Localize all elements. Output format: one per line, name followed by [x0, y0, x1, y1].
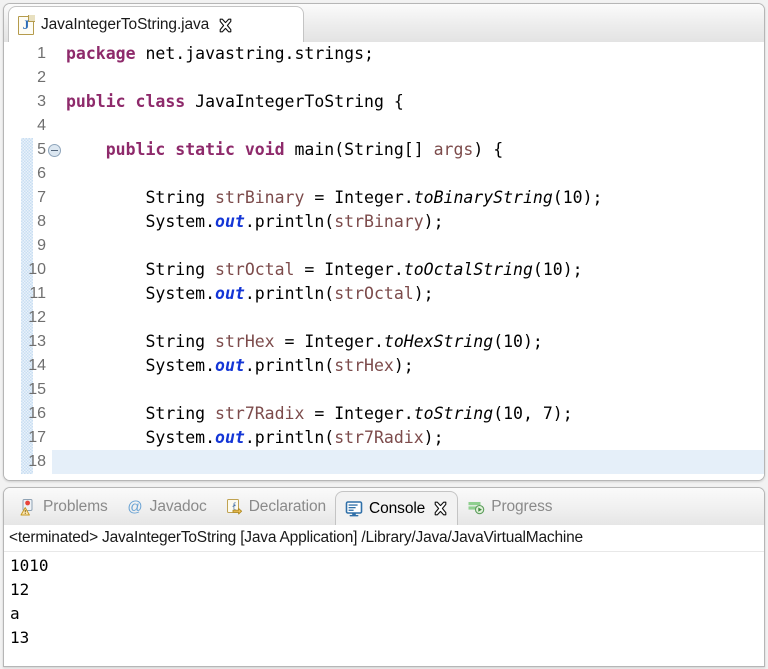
line-number: 2: [4, 66, 46, 90]
console-output-line: 12: [10, 578, 764, 602]
close-icon[interactable]: [218, 18, 233, 33]
console-body[interactable]: <terminated> JavaIntegerToString [Java A…: [4, 525, 764, 666]
view-tab-progress[interactable]: Progress: [458, 488, 561, 525]
view-tab-label: Progress: [491, 498, 552, 516]
code-editor-area[interactable]: 1 package net.javastring.strings; 23 public…: [4, 42, 764, 480]
code-text: System.out.println(strOctal);: [66, 282, 434, 306]
view-tab-problems[interactable]: Problems: [10, 488, 117, 525]
bottom-view-tabbar: Problems @ Javadoc { Declaration Console Progr…: [4, 488, 764, 526]
bottom-view-part: Problems @ Javadoc { Declaration Console Progr…: [3, 487, 765, 667]
code-line[interactable]: 8 System.out.println(strBinary);: [4, 210, 764, 234]
code-line[interactable]: 6: [4, 162, 764, 186]
line-number: 7: [4, 186, 46, 210]
line-number: 11: [4, 282, 46, 306]
line-number: 14: [4, 354, 46, 378]
close-icon[interactable]: [433, 501, 448, 516]
console-status-line: <terminated> JavaIntegerToString [Java A…: [4, 525, 764, 552]
code-line[interactable]: 17 System.out.println(str7Radix);: [4, 426, 764, 450]
line-number: 6: [4, 162, 46, 186]
code-text: public class JavaIntegerToString {: [66, 90, 404, 114]
editor-tabbar: J JavaIntegerToString.java: [4, 4, 764, 43]
view-tab-javadoc[interactable]: @ Javadoc: [117, 488, 216, 525]
code-text: String strBinary = Integer.toBinaryStrin…: [66, 186, 602, 210]
line-number: 16: [4, 402, 46, 426]
view-tab-console[interactable]: Console: [335, 491, 458, 525]
code-text: System.out.println(strBinary);: [66, 210, 444, 234]
code-line[interactable]: 9: [4, 234, 764, 258]
code-text: package net.javastring.strings;: [66, 42, 374, 66]
view-tab-declaration[interactable]: { Declaration: [216, 488, 335, 525]
line-number: 8: [4, 210, 46, 234]
javadoc-at-icon: @: [126, 498, 144, 516]
console-icon: [345, 500, 363, 518]
svg-text:@: @: [127, 498, 142, 515]
fold-collapse-icon[interactable]: [48, 144, 61, 157]
code-text: String str7Radix = Integer.toString(10, …: [66, 402, 573, 426]
code-text: String strHex = Integer.toHexString(10);: [66, 330, 543, 354]
problems-icon: [19, 498, 37, 516]
line-number: 10: [4, 258, 46, 282]
current-line-highlight: [52, 450, 764, 474]
code-line[interactable]: 11 System.out.println(strOctal);: [4, 282, 764, 306]
code-text: public static void main(String[] args) {: [66, 138, 503, 162]
line-number: 12: [4, 306, 46, 330]
editor-tab-label: JavaIntegerToString.java: [41, 16, 209, 34]
view-tab-label: Problems: [43, 498, 108, 516]
code-line[interactable]: 1 package net.javastring.strings;: [4, 42, 764, 66]
line-number: 18: [4, 450, 46, 474]
code-line[interactable]: 7 String strBinary = Integer.toBinaryStr…: [4, 186, 764, 210]
line-number: 1: [4, 42, 46, 66]
line-number: 17: [4, 426, 46, 450]
code-line[interactable]: 15: [4, 378, 764, 402]
code-line[interactable]: 16 String str7Radix = Integer.toString(1…: [4, 402, 764, 426]
console-output: 101012a13: [4, 552, 764, 650]
code-line[interactable]: 10 String strOctal = Integer.toOctalStri…: [4, 258, 764, 282]
code-line[interactable]: 14 System.out.println(strHex);: [4, 354, 764, 378]
console-output-line: 1010: [10, 554, 764, 578]
code-line[interactable]: 4: [4, 114, 764, 138]
code-line[interactable]: 5 public static void main(String[] args)…: [4, 138, 764, 162]
java-file-icon: J: [18, 16, 34, 35]
view-tab-label: Console: [369, 500, 425, 518]
code-text: String strOctal = Integer.toOctalString(…: [66, 258, 583, 282]
code-line[interactable]: 12: [4, 306, 764, 330]
view-tab-label: Declaration: [249, 498, 326, 516]
editor-tab-javaintegertostring[interactable]: J JavaIntegerToString.java: [8, 6, 304, 43]
code-text: System.out.println(str7Radix);: [66, 426, 444, 450]
code-line[interactable]: 18: [4, 450, 764, 474]
line-number: 3: [4, 90, 46, 114]
line-number: 13: [4, 330, 46, 354]
code-line[interactable]: 2: [4, 66, 764, 90]
line-number: 9: [4, 234, 46, 258]
declaration-icon: {: [225, 498, 243, 516]
progress-icon: [467, 498, 485, 516]
editor-part: J JavaIntegerToString.java 1 package net.…: [3, 3, 765, 481]
code-line[interactable]: 3 public class JavaIntegerToString {: [4, 90, 764, 114]
eclipse-workbench: J JavaIntegerToString.java 1 package net.…: [0, 0, 768, 669]
code-text: System.out.println(strHex);: [66, 354, 414, 378]
console-output-line: 13: [10, 626, 764, 650]
line-number: 5: [4, 138, 46, 162]
line-number: 15: [4, 378, 46, 402]
line-number: 4: [4, 114, 46, 138]
console-output-line: a: [10, 602, 764, 626]
code-lines: 1 package net.javastring.strings; 23 public…: [4, 42, 764, 474]
code-line[interactable]: 13 String strHex = Integer.toHexString(1…: [4, 330, 764, 354]
view-tab-label: Javadoc: [150, 498, 207, 516]
